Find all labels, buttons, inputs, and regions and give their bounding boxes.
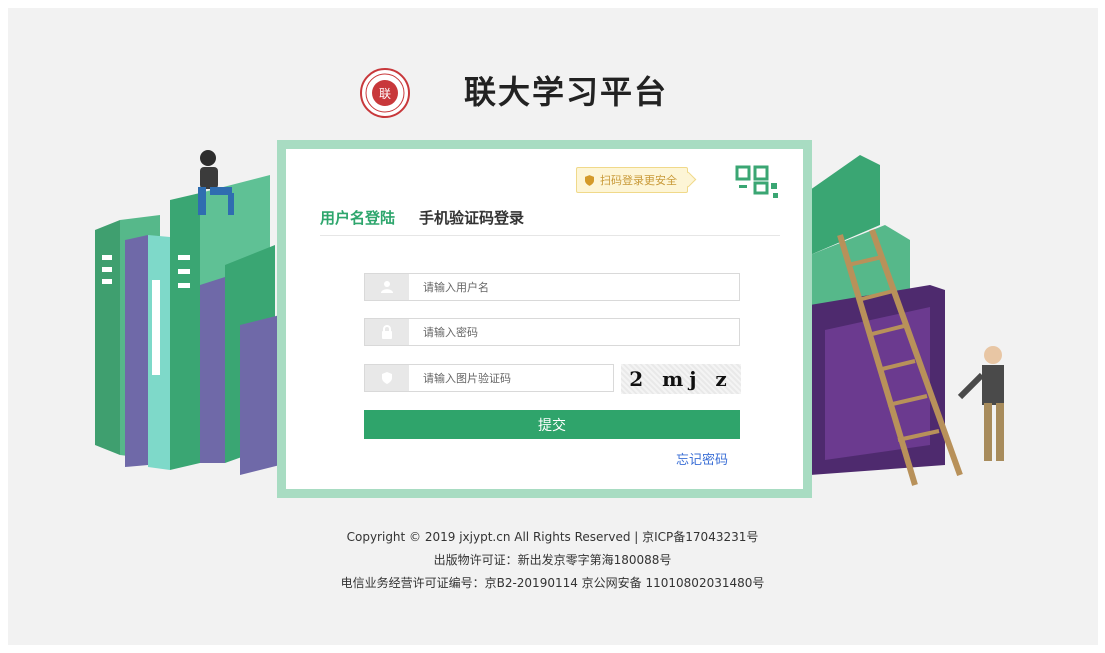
user-icon: [365, 274, 409, 300]
books-illustration-right: [810, 155, 1004, 486]
platform-title: 联大学习平台: [464, 73, 669, 111]
university-seal-icon: 联: [360, 68, 410, 118]
password-field: [364, 318, 740, 346]
shield-check-icon: [365, 365, 409, 391]
qr-login-hint: 扫码登录更安全: [576, 167, 697, 193]
login-tabs: 用户名登陆 手机验证码登录: [320, 207, 780, 236]
lock-icon: [365, 319, 409, 345]
captcha-input[interactable]: [409, 365, 613, 391]
qr-hint-text: 扫码登录更安全: [600, 174, 677, 187]
login-panel-frame: 扫码登录更安全 用户名登陆 手机验证码登录 请输入用户名 请输入图片验证码 2 …: [277, 140, 812, 498]
captcha-image[interactable]: 2 mj z: [621, 364, 741, 394]
qr-code-toggle-icon[interactable]: [733, 161, 783, 201]
svg-text:联: 联: [379, 87, 391, 101]
tab-sms-login[interactable]: 手机验证码登录: [419, 207, 524, 235]
username-input[interactable]: [409, 274, 739, 300]
login-card: 扫码登录更安全 用户名登陆 手机验证码登录 请输入用户名 请输入图片验证码 2 …: [286, 149, 803, 489]
captcha-field: [364, 364, 614, 392]
shield-icon: [585, 174, 594, 186]
footer-publication-license: 出版物许可证：新出发京零字第海180088号: [433, 553, 672, 567]
submit-button[interactable]: 提交: [364, 410, 740, 439]
footer-telecom-license: 电信业务经营许可证编号：京B2-20190114 京公网安备 110108020…: [340, 576, 765, 590]
footer-copyright: Copyright © 2019 jxjypt.cn All Rights Re…: [346, 530, 759, 544]
tab-username-login[interactable]: 用户名登陆: [320, 207, 395, 235]
password-input[interactable]: [409, 319, 739, 345]
books-illustration-left: [95, 150, 280, 475]
forgot-password-link[interactable]: 忘记密码: [676, 449, 728, 468]
username-field: [364, 273, 740, 301]
